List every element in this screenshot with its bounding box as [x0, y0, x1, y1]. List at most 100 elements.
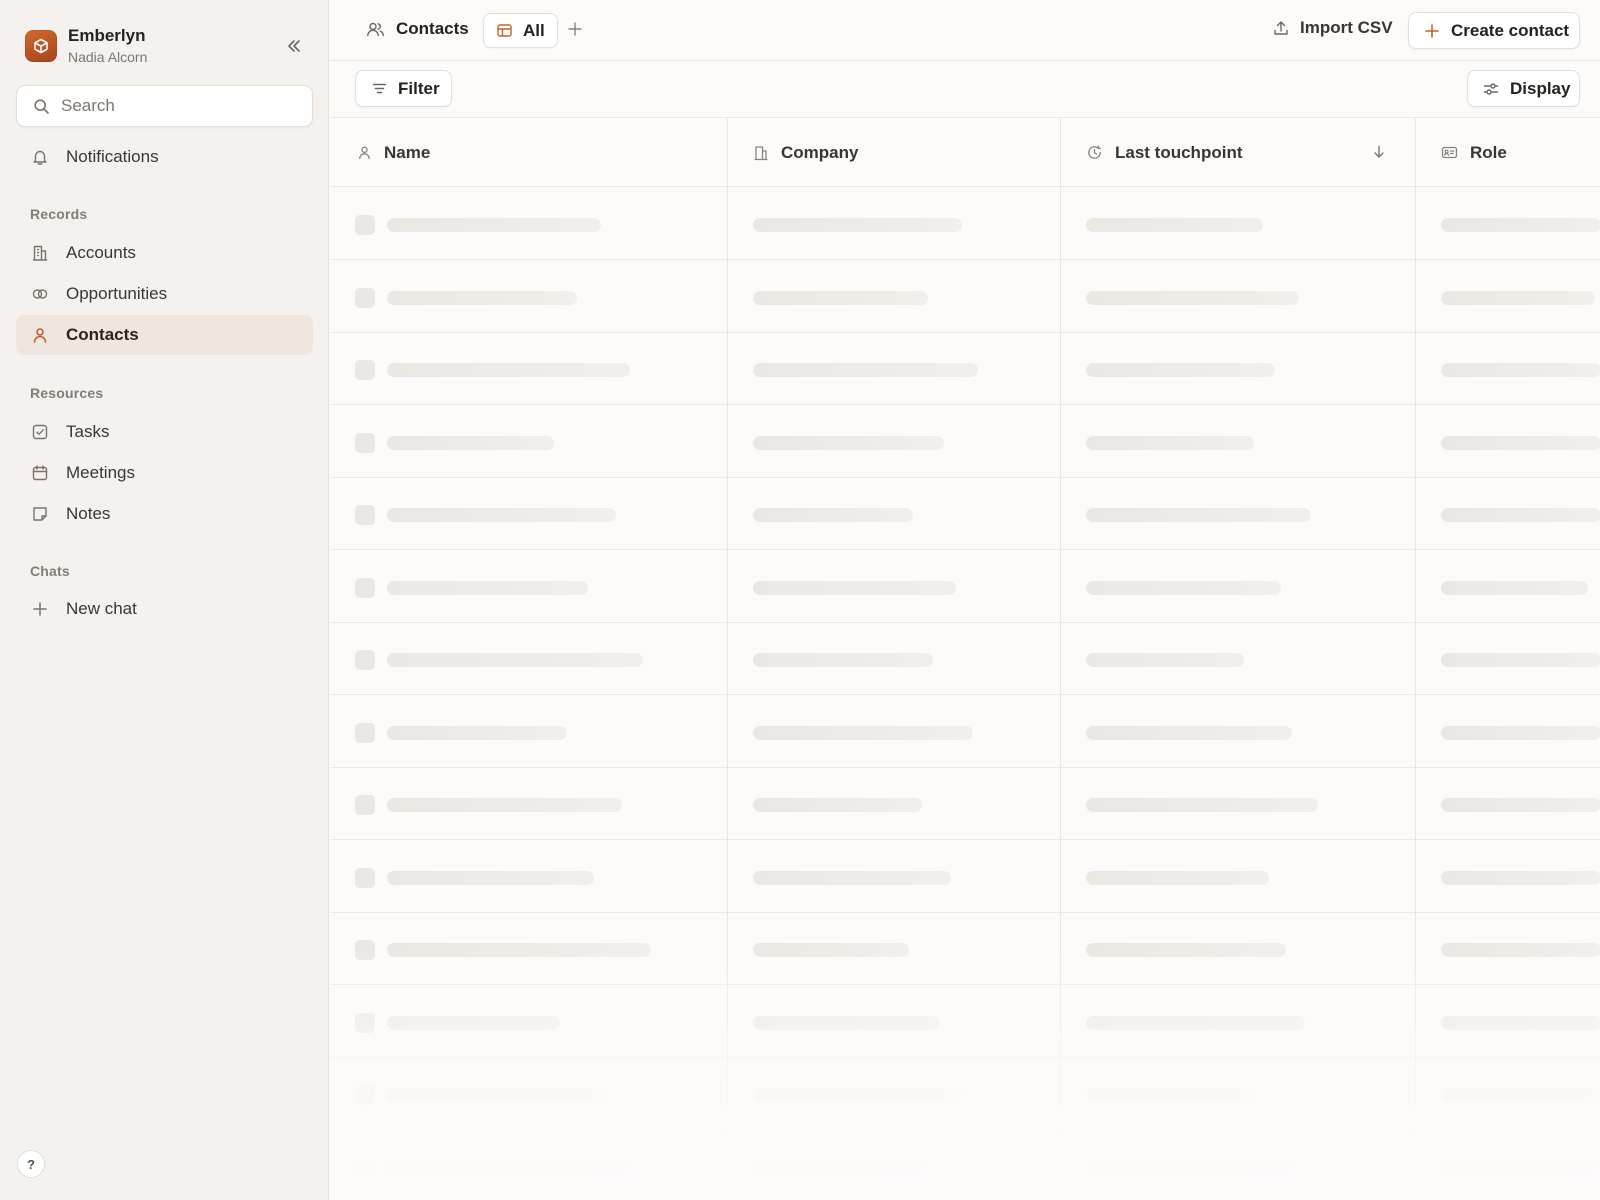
table-row	[330, 478, 1600, 550]
help-button[interactable]: ?	[17, 1150, 45, 1178]
skeleton-cell	[387, 363, 630, 377]
breadcrumb: Contacts	[366, 19, 469, 39]
skeleton-cell	[1086, 435, 1254, 450]
skeleton-cell	[1086, 1088, 1256, 1102]
create-contact-button[interactable]: Create contact	[1408, 12, 1580, 49]
skeleton-cell	[1086, 653, 1244, 667]
table-row	[330, 913, 1600, 985]
skeleton-cell	[387, 870, 594, 885]
filter-button[interactable]: Filter	[355, 70, 452, 107]
tab-all[interactable]: All	[483, 13, 558, 48]
skeleton-cell	[387, 653, 643, 667]
plus-icon	[1424, 23, 1440, 39]
sliders-icon	[1482, 80, 1500, 98]
create-contact-label: Create contact	[1451, 20, 1570, 40]
sidebar-item-accounts[interactable]: Accounts	[16, 233, 313, 273]
skeleton-cell	[1086, 870, 1269, 885]
note-icon	[31, 505, 49, 523]
table-row	[330, 986, 1600, 1058]
column-header-label: Last touchpoint	[1115, 142, 1243, 162]
skeleton-cell	[753, 218, 962, 232]
skeleton-checkbox	[355, 722, 375, 743]
table-header: Name Company Last touchpoint Role	[330, 118, 1600, 187]
display-button[interactable]: Display	[1467, 70, 1580, 107]
sidebar-item-contacts[interactable]: Contacts	[16, 315, 313, 355]
sidebar-item-notifications[interactable]: Notifications	[16, 137, 313, 177]
table-row	[330, 768, 1600, 840]
skeleton-cell	[753, 363, 978, 377]
skeleton-checkbox	[355, 1012, 375, 1033]
skeleton-cell	[1441, 508, 1600, 522]
collapse-sidebar-icon[interactable]	[283, 35, 305, 57]
sidebar-item-notes[interactable]: Notes	[16, 494, 313, 534]
column-header-last-touchpoint[interactable]: Last touchpoint	[1086, 118, 1242, 187]
sidebar-item-opportunities[interactable]: Opportunities	[16, 274, 313, 314]
top-bar: Contacts All Import CSV Create contact	[330, 0, 1600, 61]
search-input[interactable]	[61, 96, 301, 116]
calendar-icon	[31, 464, 49, 482]
person-icon	[357, 145, 372, 160]
table-row	[330, 551, 1600, 623]
skeleton-cell	[1086, 363, 1275, 377]
skeleton-checkbox	[355, 1157, 375, 1178]
sidebar-item-label: Contacts	[66, 325, 139, 344]
skeleton-cell	[1086, 1015, 1305, 1030]
table-row	[330, 696, 1600, 768]
skeleton-cell	[387, 580, 588, 595]
table-icon	[496, 22, 513, 39]
sidebar-item-label: Notes	[66, 504, 111, 523]
column-header-name[interactable]: Name	[357, 118, 430, 187]
column-header-label: Name	[384, 142, 431, 162]
table-row	[330, 1131, 1600, 1200]
search-box[interactable]	[16, 85, 313, 127]
table-row	[330, 188, 1600, 260]
filter-bar: Filter Display	[330, 61, 1600, 118]
column-header-company[interactable]: Company	[753, 118, 858, 187]
section-label-records: Records	[30, 206, 88, 222]
skeleton-cell	[387, 943, 651, 957]
skeleton-cell	[1086, 290, 1299, 305]
add-view-icon[interactable]	[566, 20, 584, 38]
skeleton-cell	[753, 798, 922, 812]
import-csv-button[interactable]: Import CSV	[1272, 18, 1393, 38]
sort-descending-icon[interactable]	[1371, 144, 1387, 160]
skeleton-checkbox	[355, 650, 375, 670]
sidebar-item-new-chat[interactable]: New chat	[16, 589, 313, 629]
sidebar-item-label: New chat	[66, 599, 137, 618]
sidebar-item-tasks[interactable]: Tasks	[16, 412, 313, 452]
search-icon	[33, 98, 50, 115]
table-row	[330, 333, 1600, 405]
skeleton-cell	[387, 1088, 608, 1102]
skeleton-cell	[753, 508, 913, 522]
skeleton-cell	[1441, 363, 1600, 377]
column-header-label: Company	[781, 142, 859, 162]
skeleton-checkbox	[355, 1085, 375, 1105]
skeleton-checkbox	[355, 795, 375, 815]
skeleton-cell	[387, 218, 601, 232]
skeleton-checkbox	[355, 287, 375, 308]
bell-icon	[31, 148, 49, 166]
skeleton-checkbox	[355, 577, 375, 598]
skeleton-cell	[753, 1015, 939, 1030]
skeleton-checkbox	[355, 215, 375, 235]
opportunities-icon	[31, 285, 49, 303]
column-header-role[interactable]: Role	[1441, 118, 1507, 187]
skeleton-cell	[1441, 725, 1600, 740]
sidebar-item-label: Opportunities	[66, 284, 168, 303]
table-row	[330, 261, 1600, 333]
upload-icon	[1272, 19, 1290, 37]
skeleton-checkbox	[355, 867, 375, 888]
skeleton-cell	[1441, 1015, 1600, 1030]
table-row	[330, 623, 1600, 695]
skeleton-cell	[1441, 943, 1600, 957]
workspace-switcher[interactable]: Emberlyn Nadia Alcorn	[25, 26, 147, 66]
table-row	[330, 841, 1600, 913]
skeleton-cell	[1086, 508, 1311, 522]
skeleton-cell	[1086, 943, 1286, 957]
skeleton-cell	[1441, 653, 1600, 667]
sidebar-item-meetings[interactable]: Meetings	[16, 453, 313, 493]
checkbox-icon	[31, 423, 49, 441]
skeleton-cell	[1086, 218, 1263, 232]
skeleton-cell	[753, 580, 956, 595]
skeleton-cell	[1441, 1088, 1600, 1102]
